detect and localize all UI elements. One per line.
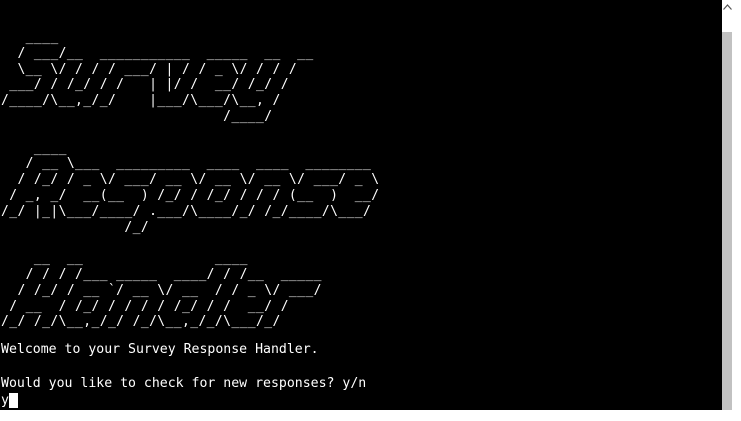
terminal-input-line[interactable]: y — [1, 393, 18, 409]
terminal-window[interactable]: ____ / ___/__ ___________ _____ __ __ \_… — [0, 0, 722, 410]
prompt-message: Would you like to check for new response… — [1, 376, 367, 391]
chevron-up-icon[interactable] — [722, 2, 732, 12]
vertical-scrollbar[interactable] — [722, 0, 732, 410]
input-value: y — [1, 393, 9, 408]
ascii-art-banner: ____ / ___/__ ___________ _____ __ __ \_… — [1, 30, 380, 330]
text-cursor — [8, 393, 18, 408]
scrollbar-thumb[interactable] — [722, 32, 732, 410]
welcome-message: Welcome to your Survey Response Handler. — [1, 342, 319, 357]
